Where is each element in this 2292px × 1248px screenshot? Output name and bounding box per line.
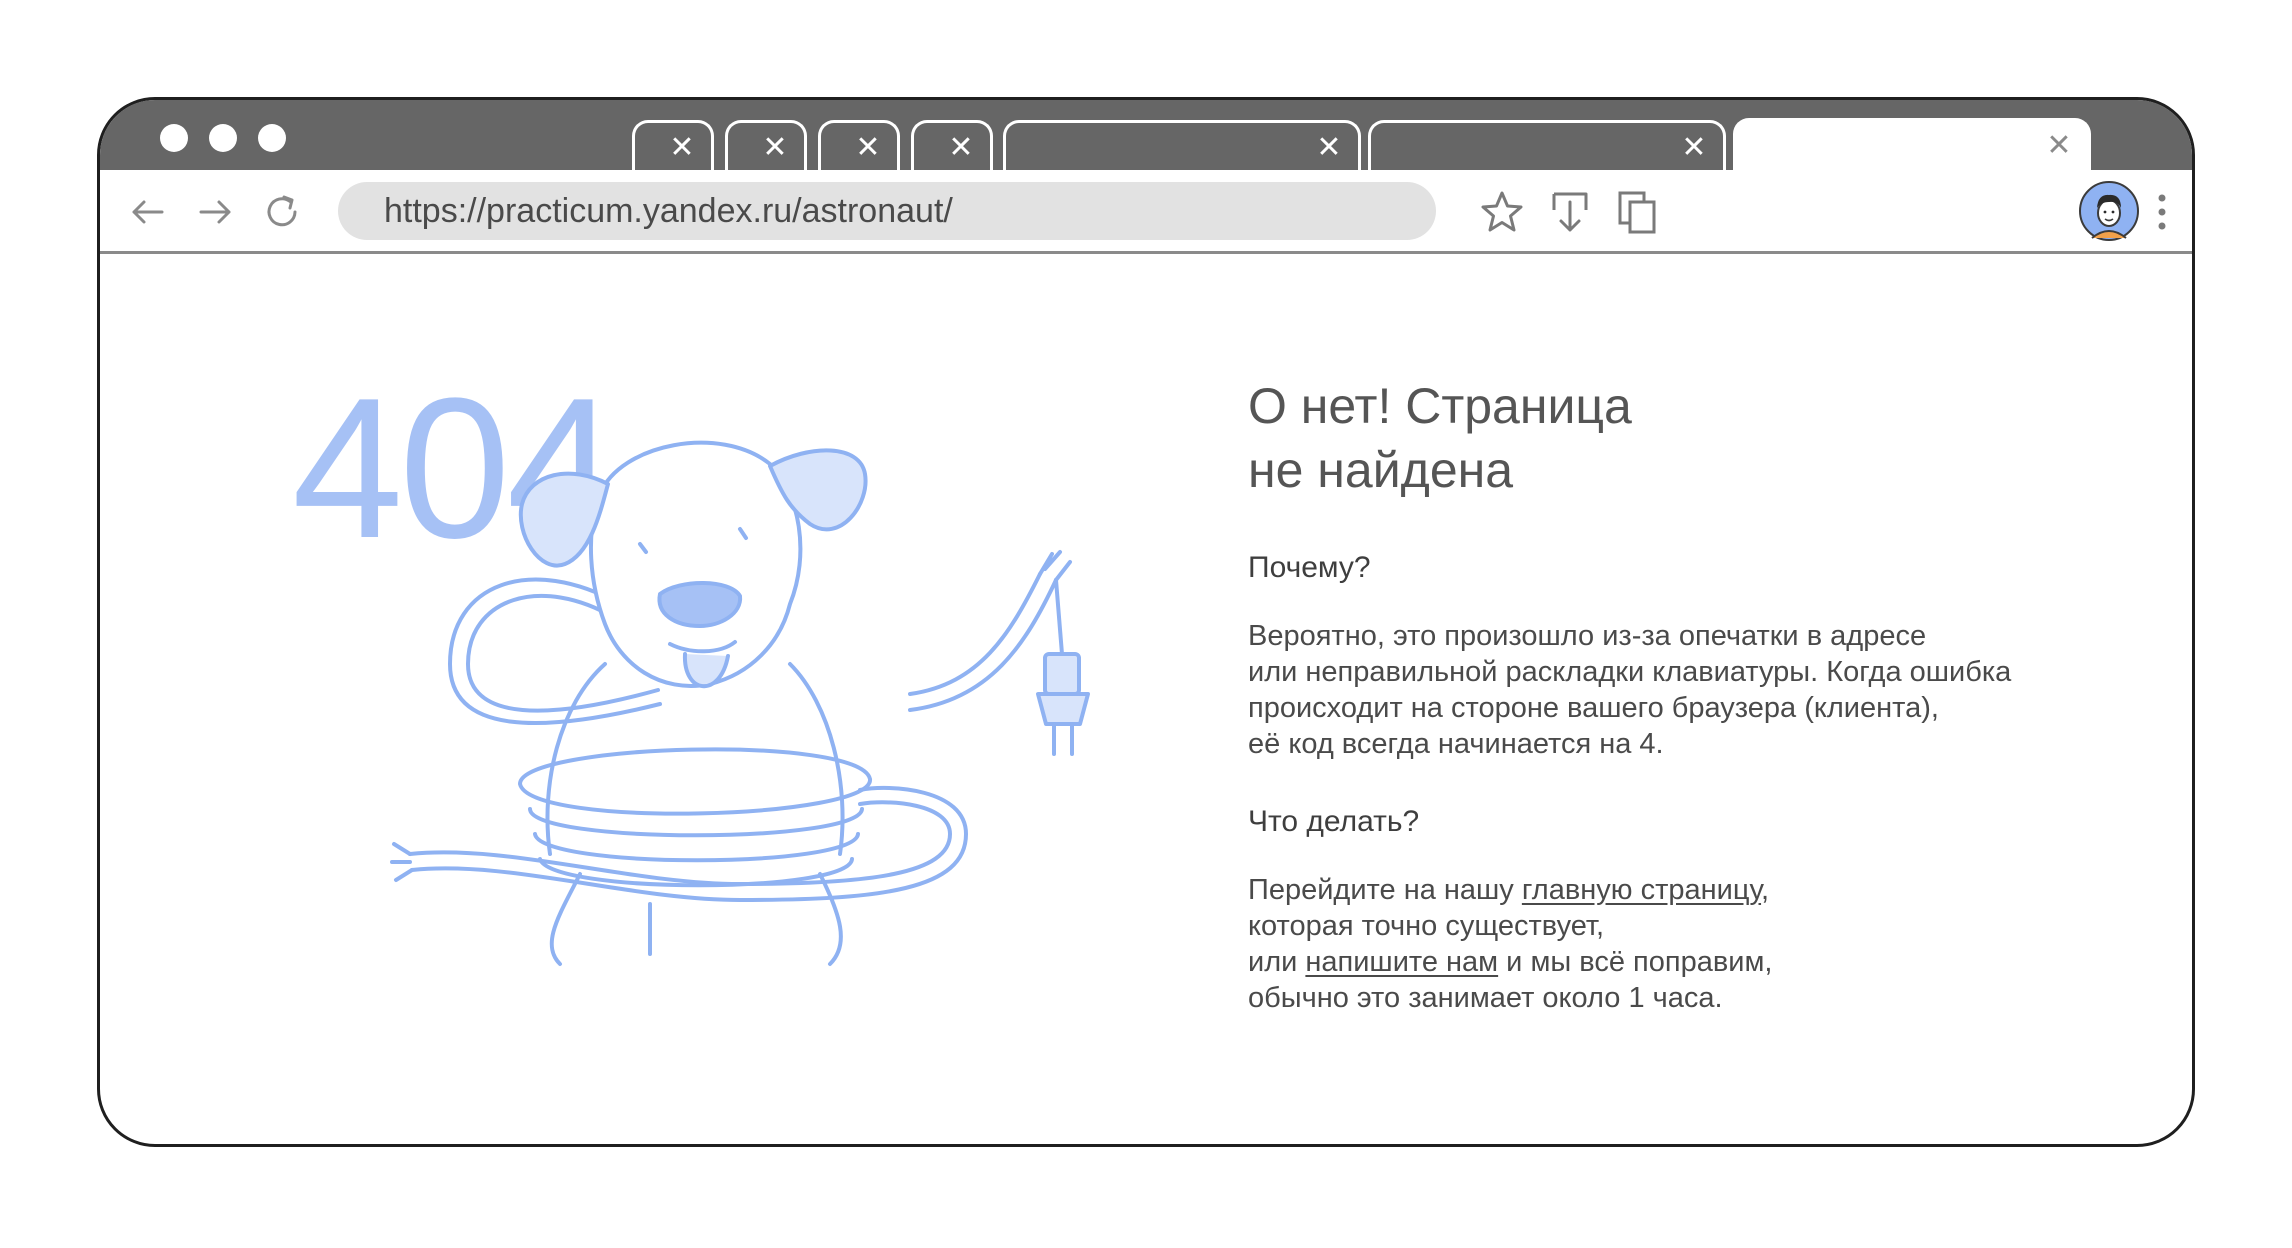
paragraph-line: Перейдите на нашу главную страницу, [1248,872,2148,908]
paragraph-line: которая точно существует, [1248,910,1605,942]
browser-tab[interactable]: ✕ [911,120,993,170]
download-icon[interactable] [1546,188,1594,236]
tab-close-icon[interactable]: ✕ [2044,131,2074,161]
page-content: 404 О нет! Страница не найдена Почему? В… [100,254,2192,1144]
tab-close-icon[interactable]: ✕ [1679,133,1709,163]
paragraph-line: происходит на стороне вашего браузера (к… [1248,692,1939,724]
dog-with-cable-illustration [390,440,1090,966]
page-title-line: О нет! Страница [1248,378,1632,434]
text-fragment: Перейдите на нашу [1248,874,1522,906]
star-icon[interactable] [1478,188,1526,236]
window-dot-maximize[interactable] [258,124,286,152]
home-page-link[interactable]: главную страницу [1522,874,1761,906]
back-arrow-icon[interactable] [128,192,168,232]
text-fragment: , [1761,874,1770,906]
browser-window: ✕ ✕ ✕ ✕ ✕ ✕ ✕ https://practicum.yandex.r… [97,97,2195,1147]
tab-close-icon[interactable]: ✕ [760,133,790,163]
tab-close-icon[interactable]: ✕ [667,133,697,163]
address-bar[interactable]: https://practicum.yandex.ru/astronaut/ [338,182,1436,240]
what-to-do-paragraph: Перейдите на нашу главную страницу, кото… [1248,872,2148,1016]
browser-tab[interactable]: ✕ [725,120,807,170]
url-text: https://practicum.yandex.ru/astronaut/ [384,192,953,230]
contact-us-link[interactable]: напишите нам [1305,946,1498,978]
paragraph-line: её код всегда начинается на 4. [1248,728,1664,760]
why-heading: Почему? [1248,551,1371,584]
paragraph-line: или напишите нам и мы всё поправим, [1248,944,2148,980]
title-bar: ✕ ✕ ✕ ✕ ✕ ✕ ✕ [100,100,2192,172]
avatar[interactable] [2078,180,2140,242]
browser-tab[interactable]: ✕ [1368,120,1726,170]
window-dot-close[interactable] [160,124,188,152]
more-menu-icon[interactable] [2155,192,2169,232]
tab-close-icon[interactable]: ✕ [1314,133,1344,163]
paragraph-line: или неправильной раскладки клавиатуры. К… [1248,656,2012,688]
what-to-do-heading: Что делать? [1248,805,1420,838]
window-dot-minimize[interactable] [209,124,237,152]
browser-tab-active[interactable]: ✕ [1733,118,2091,172]
forward-arrow-icon[interactable] [195,192,235,232]
browser-tab[interactable]: ✕ [818,120,900,170]
paragraph-line: обычно это занимает около 1 часа. [1248,982,1723,1014]
copy-icon[interactable] [1614,188,1662,236]
page-title: О нет! Страница не найдена [1248,374,1948,502]
paragraph-line: Вероятно, это произошло из-за опечатки в… [1248,620,1927,652]
tab-close-icon[interactable]: ✕ [853,133,883,163]
browser-tab[interactable]: ✕ [1003,120,1361,170]
browser-toolbar: https://practicum.yandex.ru/astronaut/ [100,170,2192,254]
reload-icon[interactable] [262,192,302,232]
tab-close-icon[interactable]: ✕ [946,133,976,163]
text-fragment: или [1248,946,1306,978]
why-paragraph: Вероятно, это произошло из-за опечатки в… [1248,618,2148,762]
page-title-line: не найдена [1248,442,1514,498]
browser-tab[interactable]: ✕ [632,120,714,170]
text-fragment: и мы всё поправим, [1498,946,1773,978]
